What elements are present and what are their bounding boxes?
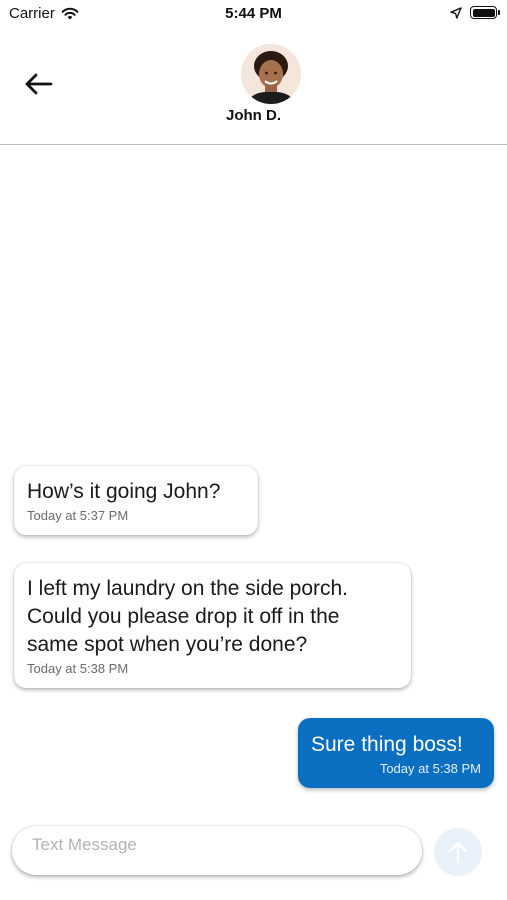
- avatar[interactable]: [241, 44, 301, 104]
- message-timestamp: Today at 5:37 PM: [27, 508, 129, 523]
- message-text: How’s it going John?: [27, 480, 221, 503]
- back-button[interactable]: [20, 68, 56, 100]
- message-bubble-incoming: I left my laundry on the side porch. Cou…: [14, 563, 411, 688]
- status-indicators: [450, 6, 500, 19]
- message-timestamp: Today at 5:38 PM: [379, 761, 481, 776]
- arrow-left-icon: [25, 73, 53, 95]
- status-time: 5:44 PM: [225, 5, 282, 22]
- message-composer: [12, 826, 422, 875]
- message-bubble-incoming: How’s it going John? Today at 5:37 PM: [14, 466, 258, 535]
- message-text: Sure thing boss!: [311, 733, 463, 756]
- message-text: I left my laundry on the side porch. Cou…: [27, 577, 348, 656]
- send-button[interactable]: [434, 828, 482, 876]
- status-bar: Carrier 5:44 PM: [0, 0, 507, 28]
- battery-icon: [470, 6, 500, 19]
- avatar-photo: [241, 44, 301, 104]
- location-arrow-icon: [450, 6, 462, 19]
- conversation-header: John D.: [0, 28, 507, 145]
- arrow-up-icon: [448, 841, 468, 864]
- text-message-input[interactable]: [12, 827, 422, 863]
- contact-name: John D.: [226, 107, 281, 124]
- message-bubble-outgoing: Sure thing boss! Today at 5:38 PM: [298, 718, 494, 788]
- message-timestamp: Today at 5:38 PM: [27, 661, 129, 676]
